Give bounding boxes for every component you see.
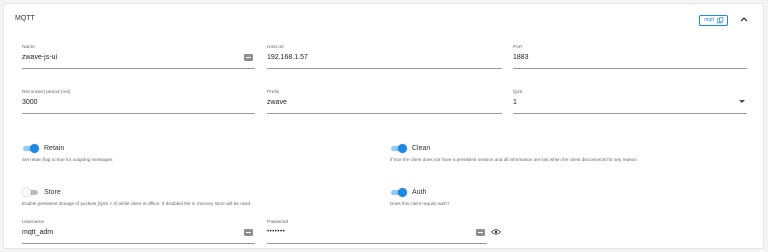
username-input[interactable]: mqtt_adm (22, 229, 53, 236)
username-label: Username (22, 220, 45, 225)
name-input[interactable]: zwave-js-ui (22, 54, 57, 61)
eye-icon[interactable] (491, 228, 501, 236)
store-hint: Enable persistent storage of packets (Qo… (22, 201, 252, 206)
qos-select[interactable]: QoS 1 (513, 90, 747, 114)
retain-label: Retain (44, 144, 65, 152)
section-title: MQTT (15, 15, 35, 22)
retain-toggle[interactable]: Retain (22, 143, 64, 153)
clean-toggle[interactable]: Clean (390, 143, 430, 153)
name-field[interactable]: Name zwave-js-ui (22, 45, 255, 69)
retain-hint: Set retain flag to true for outgoing mes… (22, 157, 113, 162)
mqtt-badge[interactable]: mqtt (699, 15, 728, 26)
store-label: Store (44, 188, 61, 196)
retain-switch[interactable] (22, 143, 39, 153)
chevron-up-icon[interactable] (739, 14, 749, 24)
password-field[interactable]: Password ••••••• (267, 220, 501, 244)
reconnect-period-label: Reconnect period (ms) (22, 90, 71, 95)
store-toggle[interactable]: Store (22, 187, 61, 197)
menu-down-icon[interactable] (739, 100, 745, 103)
host-url-field[interactable]: Host url 192.168.1.57 (267, 45, 502, 69)
clean-hint: If true the client does not have a persi… (390, 157, 637, 162)
prefix-field[interactable]: Prefix zwave (267, 90, 502, 114)
port-input[interactable]: 1883 (513, 54, 529, 61)
qos-value[interactable]: 1 (513, 99, 517, 106)
prefix-label: Prefix (267, 90, 280, 95)
badge-label: mqtt (704, 17, 714, 23)
prefix-input[interactable]: zwave (267, 99, 287, 106)
section-header[interactable]: MQTT mqtt (4, 4, 763, 34)
keyboard-icon[interactable] (244, 54, 253, 61)
qos-label: QoS (513, 90, 523, 95)
auth-toggle[interactable]: Auth (390, 187, 426, 197)
reconnect-period-input[interactable]: 3000 (22, 99, 38, 106)
port-label: Port (513, 45, 522, 50)
port-field[interactable]: Port 1883 (513, 45, 747, 69)
name-label: Name (22, 45, 35, 50)
clean-label: Clean (412, 144, 431, 152)
content-copy-icon (717, 17, 724, 24)
auth-hint: Does this client require auth? (390, 201, 450, 206)
auth-label: Auth (412, 188, 427, 196)
host-url-input[interactable]: 192.168.1.57 (267, 54, 308, 61)
reconnect-period-field[interactable]: Reconnect period (ms) 3000 (22, 90, 255, 114)
auth-switch[interactable] (390, 187, 407, 197)
keyboard-icon[interactable] (476, 229, 485, 236)
keyboard-icon[interactable] (244, 229, 253, 236)
host-url-label: Host url (267, 45, 284, 50)
clean-switch[interactable] (390, 143, 407, 153)
store-switch[interactable] (22, 187, 39, 197)
mqtt-settings-panel: MQTT mqtt Name zwave-js-ui Host url 192.… (3, 3, 764, 249)
password-label: Password (267, 220, 289, 225)
password-input[interactable]: ••••••• (267, 229, 285, 235)
username-field[interactable]: Username mqtt_adm (22, 220, 255, 244)
